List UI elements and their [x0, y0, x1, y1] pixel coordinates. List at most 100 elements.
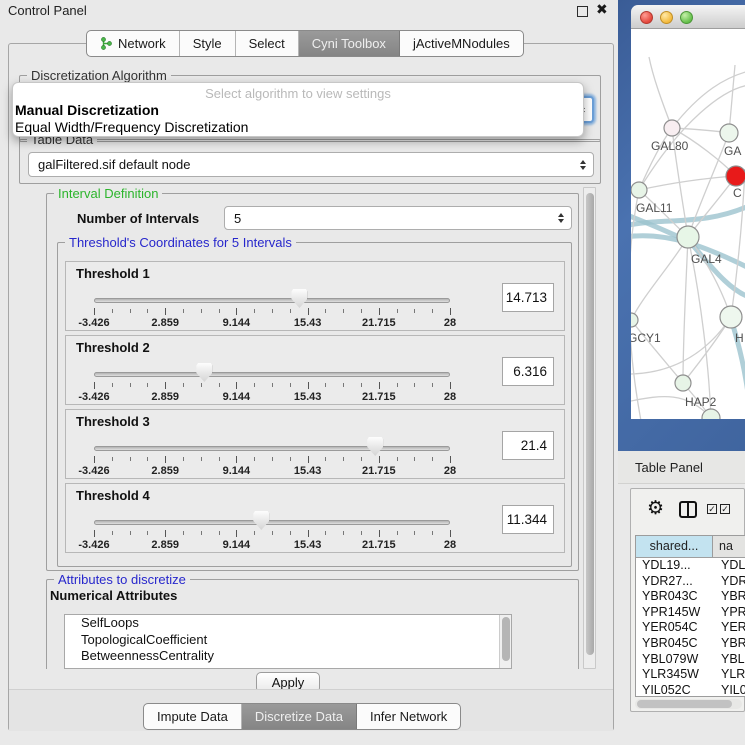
threshold-value-input[interactable]: 11.344: [502, 505, 554, 534]
checkbox-icon[interactable]: ✓: [707, 504, 717, 514]
threshold-panel: Threshold 4-3.4262.8599.14415.4321.71528…: [65, 483, 565, 553]
network-node-hap2[interactable]: [675, 375, 691, 391]
network-node-gal11[interactable]: [631, 182, 647, 198]
tab-jactivemnodules[interactable]: jActiveMNodules: [400, 31, 523, 56]
horizontal-scrollbar[interactable]: [635, 699, 742, 709]
tick-mark: [450, 456, 451, 463]
tick-mark: [94, 382, 95, 389]
table-cell[interactable]: YBR0: [713, 636, 745, 652]
table-row[interactable]: YIL052CYIL0: [636, 683, 745, 697]
checkbox-icon[interactable]: ✓: [720, 504, 730, 514]
threshold-slider[interactable]: -3.4262.8599.14415.4321.71528: [94, 336, 450, 406]
tab-style[interactable]: Style: [180, 31, 236, 56]
tick-mark: [183, 531, 184, 535]
network-node-c[interactable]: [726, 166, 745, 186]
tick-mark: [165, 308, 166, 315]
table-row[interactable]: YDL19...YDL1: [636, 558, 745, 574]
popup-menu-item[interactable]: Manual Discretization: [13, 102, 583, 119]
threshold-value-input[interactable]: 6.316: [502, 357, 554, 386]
network-node-gal80[interactable]: [664, 120, 680, 136]
network-node[interactable]: [702, 409, 720, 419]
network-edge: [639, 128, 672, 190]
table-cell[interactable]: YDR27...: [636, 574, 713, 590]
table-cell[interactable]: YDR2: [713, 574, 745, 590]
tab-discretize-data[interactable]: Discretize Data: [242, 704, 357, 729]
slider-thumb[interactable]: [367, 437, 383, 456]
table-cell[interactable]: YER054C: [636, 620, 713, 636]
slider-thumb[interactable]: [291, 289, 307, 308]
vertical-scrollbar[interactable]: [583, 187, 596, 669]
network-node-ga[interactable]: [720, 124, 738, 142]
threshold-value-input[interactable]: 21.4: [502, 431, 554, 460]
popup-menu-item[interactable]: Equal Width/Frequency Discretization: [13, 119, 583, 136]
table-cell[interactable]: YBL0: [713, 652, 745, 668]
table-cell[interactable]: YBR0: [713, 589, 745, 605]
float-window-icon[interactable]: [577, 6, 588, 17]
slider-thumb[interactable]: [253, 511, 269, 530]
close-icon[interactable]: ✖: [596, 1, 608, 18]
columns-icon[interactable]: [679, 501, 697, 518]
column-header[interactable]: na: [713, 536, 745, 557]
table-cell[interactable]: YBL079W: [636, 652, 713, 668]
tick-mark: [236, 530, 237, 537]
table-cell[interactable]: YBR043C: [636, 589, 713, 605]
slider-track: [94, 446, 450, 451]
table-row[interactable]: YER054CYER0: [636, 620, 745, 636]
table-row[interactable]: YBR043CYBR0: [636, 589, 745, 605]
table-cell[interactable]: YDL1: [713, 558, 745, 574]
network-canvas[interactable]: GAL80GACGAL11GAL4GCY1HHAP2: [631, 29, 745, 419]
network-edge: [639, 176, 736, 190]
table-cell[interactable]: YLR3: [713, 667, 745, 683]
network-node-gcy1[interactable]: [631, 313, 638, 327]
table-row[interactable]: YPR145WYPR1: [636, 605, 745, 621]
slider-thumb[interactable]: [196, 363, 212, 382]
table-row[interactable]: YDR27...YDR2: [636, 574, 745, 590]
table-cell[interactable]: YDL19...: [636, 558, 713, 574]
table-cell[interactable]: YIL052C: [636, 683, 713, 697]
tick-mark: [201, 457, 202, 461]
table-cell[interactable]: YPR1: [713, 605, 745, 621]
tab-impute-data[interactable]: Impute Data: [144, 704, 242, 729]
tab-label: Impute Data: [157, 709, 228, 724]
table-cell[interactable]: YIL0: [713, 683, 745, 697]
tab-select[interactable]: Select: [236, 31, 299, 56]
list-scrollbar[interactable]: [499, 615, 511, 668]
table-cell[interactable]: YER0: [713, 620, 745, 636]
numerical-attributes-list[interactable]: SelfLoopsTopologicalCoefficientBetweenne…: [64, 614, 512, 669]
node-label: GAL4: [691, 252, 722, 266]
tick-mark: [325, 531, 326, 535]
gear-icon[interactable]: ⚙: [647, 499, 664, 518]
tab-cyni-toolbox[interactable]: Cyni Toolbox: [299, 31, 400, 56]
mac-zoom-icon[interactable]: [680, 11, 693, 24]
tick-mark: [414, 383, 415, 387]
network-edge: [688, 176, 736, 237]
table-row[interactable]: YBR045CYBR0: [636, 636, 745, 652]
network-node-h[interactable]: [720, 306, 742, 328]
mac-close-icon[interactable]: [640, 11, 653, 24]
threshold-slider[interactable]: -3.4262.8599.14415.4321.71528: [94, 410, 450, 480]
table-row[interactable]: YLR345WYLR3: [636, 667, 745, 683]
column-header[interactable]: shared...: [636, 536, 713, 557]
attribute-list-item[interactable]: SelfLoops: [65, 615, 511, 632]
mac-titlebar[interactable]: [631, 5, 745, 29]
tick-mark: [236, 382, 237, 389]
threshold-value-input[interactable]: 14.713: [502, 283, 554, 312]
network-edge: [688, 133, 729, 237]
tick-mark: [379, 530, 380, 537]
number-of-intervals-combo[interactable]: 5: [224, 206, 572, 230]
table-row[interactable]: YBL079WYBL0: [636, 652, 745, 668]
threshold-slider[interactable]: -3.4262.8599.14415.4321.71528: [94, 262, 450, 332]
network-node-gal4[interactable]: [677, 226, 699, 248]
tick-mark: [361, 531, 362, 535]
tab-network[interactable]: Network: [87, 31, 180, 56]
mac-minimize-icon[interactable]: [660, 11, 673, 24]
control-panel-titlebar: Control Panel ✖: [0, 0, 618, 22]
attribute-list-item[interactable]: BetweennessCentrality: [65, 648, 511, 665]
threshold-slider[interactable]: -3.4262.8599.14415.4321.71528: [94, 484, 450, 554]
table-cell[interactable]: YBR045C: [636, 636, 713, 652]
table-cell[interactable]: YLR345W: [636, 667, 713, 683]
table-cell[interactable]: YPR145W: [636, 605, 713, 621]
tab-infer-network[interactable]: Infer Network: [357, 704, 460, 729]
attribute-list-item[interactable]: TopologicalCoefficient: [65, 632, 511, 649]
table-data-combo[interactable]: galFiltered.sif default node: [28, 152, 594, 177]
